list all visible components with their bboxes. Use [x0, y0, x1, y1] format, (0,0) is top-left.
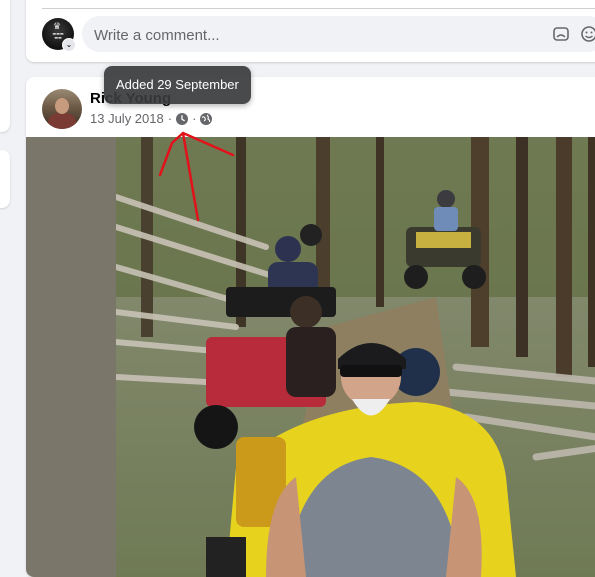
timestamp-tooltip: Added 29 September: [104, 66, 251, 104]
avatar-figure-body: [48, 113, 76, 129]
atv-riders-forest-image: [116, 137, 595, 577]
current-user-avatar[interactable]: ♛ ▬▬▬ ▬▬ ⌄: [42, 18, 76, 52]
clock-icon[interactable]: [176, 112, 189, 125]
left-column-card-top: [0, 0, 10, 132]
meta-separator-2: ·: [192, 111, 197, 126]
emoji-icon[interactable]: [580, 25, 595, 43]
divider: [42, 8, 595, 9]
post-photo[interactable]: [26, 137, 595, 577]
gif-icon[interactable]: [552, 25, 570, 43]
comment-input[interactable]: [92, 16, 536, 54]
comment-composer-card: ♛ ▬▬▬ ▬▬ ⌄: [26, 0, 595, 62]
post-date-link[interactable]: 13 July 2018: [90, 111, 164, 126]
comment-input-container[interactable]: [82, 16, 595, 54]
post-meta: 13 July 2018 · ·: [90, 111, 213, 126]
globe-icon[interactable]: [200, 112, 213, 125]
post-card: Rick Young 13 July 2018 · ·: [26, 77, 595, 577]
author-avatar[interactable]: [42, 89, 82, 129]
avatar-figure-face: [55, 98, 69, 114]
meta-separator: ·: [167, 111, 173, 126]
chevron-down-icon[interactable]: ⌄: [62, 38, 76, 52]
left-column-card-bottom: [0, 150, 10, 208]
